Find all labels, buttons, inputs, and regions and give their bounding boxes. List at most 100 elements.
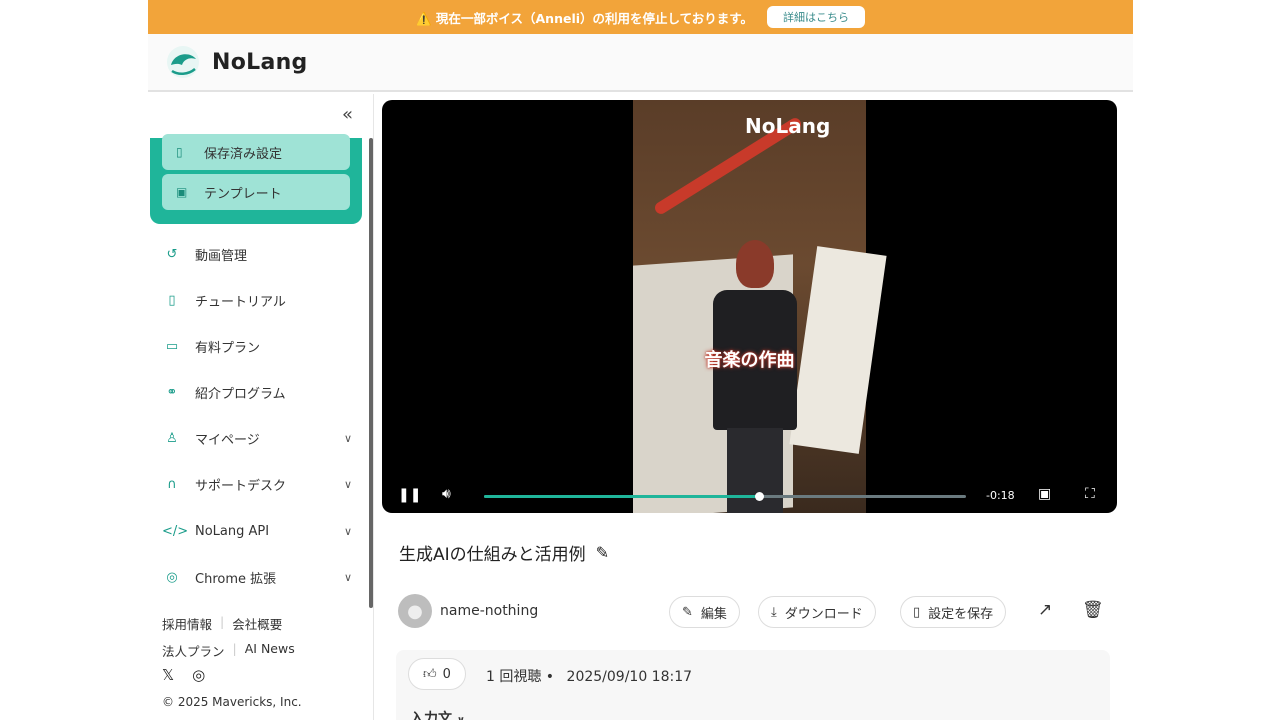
- headset-icon: ∩: [167, 476, 177, 492]
- save-settings-label: 設定を保存: [928, 606, 994, 622]
- sidebar: « ▯ 保存済み設定 ▣ テンプレート ↺ 動画管理 ▯ チュートリアル ▭ 有…: [148, 94, 374, 720]
- sidebar-item-label: 保存済み設定: [204, 146, 283, 162]
- video-controls: ❚❚ 🔊︎ -0:18 ▣ ⛶: [382, 482, 1117, 510]
- download-button[interactable]: ⤓ ダウンロード: [758, 596, 876, 628]
- footer-links-row2: 法人プラン | AI News: [162, 641, 295, 660]
- thumbs-up-icon: 👍︎: [423, 666, 437, 682]
- instagram-icon[interactable]: ◎: [192, 666, 205, 684]
- sidebar-item-chrome[interactable]: ◎ Chrome 拡張 ∨: [162, 562, 352, 592]
- chevron-down-icon[interactable]: ∨: [344, 571, 352, 584]
- sidebar-item-support[interactable]: ∩ サポートデスク ∨: [162, 469, 352, 499]
- sidebar-item-mypage[interactable]: ♙ マイページ ∨: [162, 423, 352, 453]
- username[interactable]: name-nothing: [440, 603, 538, 619]
- sidebar-item-templates[interactable]: ▣ テンプレート: [162, 174, 350, 210]
- x-icon[interactable]: 𝕏: [162, 666, 174, 684]
- sidebar-card-block: ▯ 保存済み設定 ▣ テンプレート: [150, 134, 362, 224]
- sidebar-item-label: NoLang API: [195, 523, 270, 539]
- main-content: NoLang 音楽の作曲 ❚❚ 🔊︎ -0:18 ▣ ⛶ 生成AIの仕組みと活用…: [374, 94, 1133, 720]
- progress-knob[interactable]: [754, 492, 764, 501]
- footer-link-recruit[interactable]: 採用情報: [162, 614, 212, 633]
- pencil-icon: ✎: [682, 604, 693, 620]
- share-icon[interactable]: ↗: [1038, 600, 1052, 620]
- views-text: 1 回視聴 •: [486, 669, 555, 685]
- input-label-text: 入力文: [410, 711, 452, 720]
- sidebar-item-tutorial[interactable]: ▯ チュートリアル: [162, 285, 352, 315]
- chrome-icon: ◎: [166, 569, 178, 585]
- divider: |: [220, 614, 225, 629]
- footer-link-corporate-plan[interactable]: 法人プラン: [162, 641, 225, 660]
- character-head: [736, 240, 774, 288]
- sidebar-item-label: マイページ: [195, 432, 260, 448]
- upload-date: 2025/09/10 18:17: [566, 669, 693, 685]
- video-stats-panel: 👍︎ 0 1 回視聴 • 2025/09/10 18:17 入力文 ∨: [396, 650, 1110, 720]
- video-title-row: 生成AIの仕組みと活用例 ✎: [399, 540, 609, 565]
- edit-button[interactable]: ✎ 編集: [669, 596, 740, 628]
- sidebar-item-label: 紹介プログラム: [195, 386, 286, 402]
- video-logo: NoLang: [745, 114, 831, 138]
- footer-link-company[interactable]: 会社概要: [232, 614, 282, 633]
- sidebar-item-label: チュートリアル: [195, 294, 286, 310]
- footer-link-ai-news[interactable]: AI News: [245, 641, 295, 660]
- dolphin-logo-icon[interactable]: [166, 45, 200, 79]
- sidebar-item-video-management[interactable]: ↺ 動画管理: [162, 239, 352, 269]
- sidebar-item-label: 動画管理: [195, 248, 248, 264]
- edit-label: 編集: [700, 606, 727, 622]
- time-remaining: -0:18: [986, 489, 1015, 502]
- pause-icon[interactable]: ❚❚: [398, 487, 421, 503]
- chevron-down-icon: ∨: [457, 715, 465, 720]
- sidebar-item-label: Chrome 拡張: [195, 571, 277, 587]
- download-icon: ⤓: [771, 604, 777, 620]
- history-icon: ↺: [166, 246, 178, 262]
- user-icon: ♙: [166, 430, 178, 446]
- like-button[interactable]: 👍︎ 0: [408, 658, 466, 690]
- copyright: © 2025 Mavericks, Inc.: [162, 695, 302, 709]
- app-frame: ⚠️ 現在一部ボイス（Anneli）の利用を停止しております。 詳細はこちら N…: [148, 0, 1133, 720]
- card-icon: ▭: [165, 338, 179, 354]
- avatar-character: [709, 240, 799, 513]
- chevron-down-icon[interactable]: ∨: [344, 525, 352, 538]
- divider: |: [232, 641, 237, 656]
- bookmark-icon: ▯: [913, 604, 921, 620]
- progress-fill: [484, 495, 759, 498]
- sidebar-item-referral[interactable]: ⚭ 紹介プログラム: [162, 377, 352, 407]
- sidebar-item-paid-plan[interactable]: ▭ 有料プラン: [162, 331, 352, 361]
- trash-icon[interactable]: 🗑︎: [1082, 600, 1104, 620]
- like-count: 0: [442, 666, 451, 682]
- view-count: 1 回視聴 • 2025/09/10 18:17: [486, 666, 692, 686]
- progress-bar[interactable]: [484, 492, 966, 501]
- sidebar-item-label: サポートデスク: [195, 478, 287, 494]
- code-icon: </>: [162, 523, 189, 539]
- image-icon: ▣: [176, 185, 188, 199]
- download-label: ダウンロード: [784, 606, 863, 622]
- sidebar-scrollbar[interactable]: [369, 138, 373, 608]
- avatar[interactable]: ●: [398, 594, 432, 628]
- notice-banner: ⚠️ 現在一部ボイス（Anneli）の利用を停止しております。 詳細はこちら: [148, 0, 1133, 34]
- book-icon: ▯: [168, 292, 176, 308]
- chevron-down-icon[interactable]: ∨: [344, 478, 352, 491]
- volume-icon[interactable]: 🔊︎: [442, 486, 451, 502]
- chevron-down-icon[interactable]: ∨: [344, 432, 352, 445]
- author-actions-row: ● name-nothing ✎ 編集 ⤓ ダウンロード ▯ 設定を保存 ↗ 🗑…: [398, 594, 1104, 630]
- social-links: 𝕏 ◎: [162, 666, 205, 684]
- video-caption: 音楽の作曲: [704, 350, 795, 371]
- picture-in-picture-icon[interactable]: ▣: [1038, 486, 1051, 502]
- video-player[interactable]: NoLang 音楽の作曲 ❚❚ 🔊︎ -0:18 ▣ ⛶: [382, 100, 1117, 513]
- bookmark-icon: ▯: [176, 145, 183, 159]
- video-frame: NoLang 音楽の作曲: [633, 100, 887, 513]
- sidebar-item-api[interactable]: </> NoLang API ∨: [162, 516, 352, 546]
- banner-text: ⚠️ 現在一部ボイス（Anneli）の利用を停止しております。: [415, 10, 754, 26]
- double-chevron-left-icon[interactable]: «: [342, 104, 353, 125]
- fullscreen-icon[interactable]: ⛶: [1085, 486, 1095, 502]
- header: NoLang: [148, 34, 1133, 92]
- logo-text[interactable]: NoLang: [212, 50, 308, 75]
- handshake-icon: ⚭: [166, 384, 178, 400]
- save-settings-button[interactable]: ▯ 設定を保存: [900, 596, 1007, 628]
- page-title: 生成AIの仕組みと活用例: [399, 545, 586, 565]
- footer-links-row1: 採用情報 | 会社概要: [162, 614, 282, 633]
- input-text-toggle[interactable]: 入力文 ∨: [410, 708, 465, 720]
- pencil-icon[interactable]: ✎: [596, 543, 609, 562]
- sidebar-item-label: 有料プラン: [195, 340, 261, 356]
- details-button[interactable]: 詳細はこちら: [767, 6, 866, 28]
- sidebar-item-label: テンプレート: [204, 186, 282, 202]
- sidebar-item-saved-settings[interactable]: ▯ 保存済み設定: [162, 134, 350, 170]
